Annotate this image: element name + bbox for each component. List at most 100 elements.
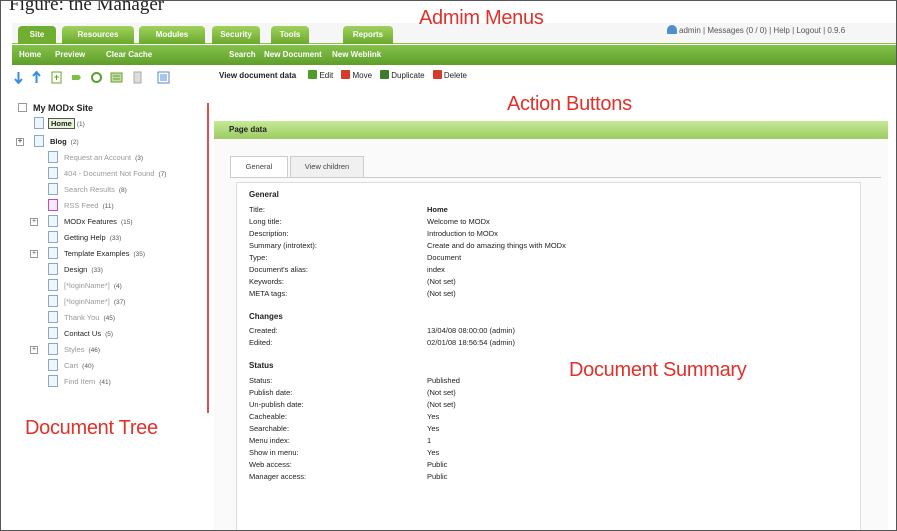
tab-general[interactable]: General: [230, 156, 288, 178]
folder-icon: [48, 247, 58, 259]
tree-annotation-line: [207, 103, 209, 413]
tree-item-label: Thank You: [64, 313, 100, 322]
document-icon: [48, 231, 58, 243]
submenu-new-weblink[interactable]: New Weblink: [332, 45, 381, 65]
tree-item-getting-help[interactable]: Getting Help (33): [48, 231, 121, 245]
document-icon: [48, 311, 58, 323]
expand-toggle[interactable]: +: [16, 138, 24, 146]
field-label: Show in menu:: [249, 448, 299, 457]
move-label: Move: [352, 71, 373, 80]
expand-toggle[interactable]: +: [30, 346, 38, 354]
field-label: Un-publish date:: [249, 400, 304, 409]
field-value: Welcome to MODx: [427, 217, 490, 226]
tree-item-blog[interactable]: + Blog (2): [16, 135, 79, 149]
delete-button[interactable]: Delete: [432, 70, 467, 80]
field-label: Summary (introtext):: [249, 241, 317, 250]
tree-item-label: Request an Account: [64, 153, 132, 162]
action-heading: View document data: [219, 71, 297, 80]
tab-reports[interactable]: Reports: [343, 26, 393, 44]
help-icon[interactable]: [157, 71, 170, 84]
new-document-icon[interactable]: [50, 71, 63, 84]
submenu-home[interactable]: Home: [19, 45, 41, 65]
refresh-icon[interactable]: [90, 71, 103, 84]
folder-icon: [48, 343, 58, 355]
tree-item-cart[interactable]: Cart (40): [48, 359, 94, 373]
field-label: Manager access:: [249, 472, 307, 481]
field-value: Yes: [427, 448, 440, 457]
tree-item-login-name-2[interactable]: [*loginName*] (37): [48, 295, 125, 309]
collapse-arrow-icon[interactable]: [30, 71, 43, 84]
tree-item-rss-feed[interactable]: RSS Feed (11): [48, 199, 114, 213]
submenu-preview[interactable]: Preview: [55, 45, 85, 65]
purge-icon[interactable]: [131, 71, 144, 84]
tree-item-id: (35): [133, 251, 146, 258]
tree-item-label: Blog: [50, 137, 67, 146]
tab-view-children[interactable]: View children: [290, 156, 364, 178]
field-value: Public: [427, 460, 448, 469]
tree-item-id: (37): [113, 299, 126, 306]
tree-root[interactable]: My MODx Site: [18, 103, 93, 113]
expand-arrow-icon[interactable]: [12, 71, 25, 84]
tree-item-id: (5): [105, 331, 114, 338]
document-icon: [48, 375, 58, 387]
tree-item-id: (3): [135, 155, 144, 162]
edit-button[interactable]: Edit: [308, 70, 333, 80]
tree-item-label: Contact Us: [64, 329, 102, 338]
document-icon: [48, 279, 58, 291]
tree-item-id: (41): [99, 379, 111, 386]
submenu-search[interactable]: Search: [229, 45, 256, 65]
figure-caption: Figure: the Manager: [9, 0, 165, 15]
tree-item-label: Cart: [64, 361, 79, 370]
folder-icon: [34, 135, 44, 147]
tree-item-styles[interactable]: + Styles (46): [30, 343, 100, 357]
tab-resources[interactable]: Resources: [62, 26, 134, 44]
edit-label: Edit: [319, 71, 334, 80]
tab-modules[interactable]: Modules: [139, 26, 205, 44]
tree-item-modx-features[interactable]: + MODx Features (15): [30, 215, 133, 229]
tree-item-404[interactable]: 404 - Document Not Found (7): [48, 167, 166, 181]
field-value: Public: [427, 472, 448, 481]
tree-item-label: Search Results: [64, 185, 115, 194]
field-value: (Not set): [427, 388, 456, 397]
field-value: Create and do amazing things with MODx: [427, 241, 566, 250]
tree-item-search-results[interactable]: Search Results (8): [48, 183, 127, 197]
field-label: Created:: [249, 326, 278, 335]
document-icon: [48, 263, 58, 275]
tree-item-thank-you[interactable]: Thank You (45): [48, 311, 115, 325]
field-label: Web access:: [249, 460, 292, 469]
submenu-new-document[interactable]: New Document: [264, 45, 322, 65]
expand-toggle[interactable]: +: [30, 218, 38, 226]
tree-item-login-name-1[interactable]: [*loginName*] (4): [48, 279, 122, 293]
move-button[interactable]: Move: [341, 70, 372, 80]
document-icon: [48, 295, 58, 307]
annotation-action-buttons: Action Buttons: [507, 93, 632, 115]
tree-item-label: Design: [64, 265, 88, 274]
tree-item-label: Home: [48, 118, 75, 129]
tree-item-contact-us[interactable]: Contact Us (5): [48, 327, 113, 341]
field-label: Edited:: [249, 338, 273, 347]
tree-item-find-item[interactable]: Find Item (41): [48, 375, 111, 389]
field-value: (Not set): [427, 289, 456, 298]
duplicate-button[interactable]: Duplicate: [380, 70, 425, 80]
tab-tools[interactable]: Tools: [271, 26, 309, 44]
tree-item-home[interactable]: Home (1): [34, 117, 85, 131]
duplicate-icon: [380, 70, 390, 79]
tab-security[interactable]: Security: [212, 26, 260, 44]
tree-item-design[interactable]: Design (33): [48, 263, 103, 277]
submenu-clear-cache[interactable]: Clear Cache: [106, 45, 152, 65]
tree-item-request-account[interactable]: Request an Account (3): [48, 151, 143, 165]
sort-icon[interactable]: [110, 71, 123, 84]
user-icon: [667, 25, 677, 34]
field-value: 1: [427, 436, 432, 445]
tree-item-label: 404 - Document Not Found: [64, 169, 155, 178]
tree-item-id: (15): [120, 219, 133, 226]
new-weblink-icon[interactable]: [70, 71, 83, 84]
user-links-text[interactable]: admin | Messages (0 / 0) | Help | Logout…: [679, 26, 845, 35]
user-links[interactable]: admin | Messages (0 / 0) | Help | Logout…: [667, 25, 845, 35]
tree-item-template-examples[interactable]: + Template Examples (35): [30, 247, 146, 261]
expand-toggle[interactable]: +: [30, 250, 38, 258]
field-value: Yes: [427, 424, 440, 433]
tree-item-label: [*loginName*]: [64, 297, 110, 306]
tree-item-label: RSS Feed: [64, 201, 99, 210]
tab-site[interactable]: Site: [18, 26, 56, 44]
